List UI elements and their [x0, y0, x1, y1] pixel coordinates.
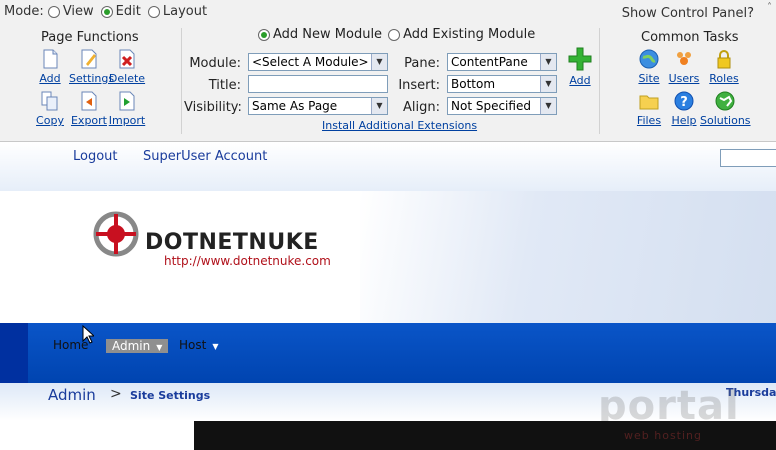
- collapse-icon[interactable]: ˄: [767, 2, 772, 13]
- export-icon: [81, 91, 97, 111]
- banner: [20, 191, 776, 323]
- mode-layout-option[interactable]: Layout: [147, 4, 207, 19]
- mode-bar: Mode: View Edit Layout: [4, 4, 210, 19]
- title-input[interactable]: [248, 75, 388, 93]
- chevron-down-icon[interactable]: ▼: [371, 98, 387, 114]
- lock-icon: [717, 50, 731, 69]
- radio-selected-icon[interactable]: [258, 28, 270, 41]
- show-control-panel-toggle[interactable]: Show Control Panel?: [622, 6, 754, 21]
- dotnetnuke-logo-icon: [93, 211, 139, 257]
- common-tasks-title: Common Tasks: [641, 30, 739, 45]
- help-button[interactable]: ? Help: [664, 90, 704, 127]
- insert-label: Insert:: [398, 78, 440, 93]
- users-button[interactable]: Users: [664, 48, 704, 85]
- module-select[interactable]: <Select A Module> ▼: [248, 53, 388, 71]
- align-select[interactable]: Not Specified ▼: [447, 97, 557, 115]
- divider: [599, 28, 600, 134]
- page-icon: [43, 49, 58, 69]
- logout-link[interactable]: Logout: [73, 149, 118, 164]
- mode-edit-option[interactable]: Edit: [100, 4, 141, 19]
- users-icon: [677, 52, 691, 65]
- control-panel: Mode: View Edit Layout Show Control Pane…: [0, 0, 776, 142]
- radio-selected-icon[interactable]: [100, 5, 113, 18]
- import-page-button[interactable]: Import: [107, 90, 147, 127]
- account-link[interactable]: SuperUser Account: [143, 149, 267, 164]
- breadcrumb-current-page[interactable]: Site Settings: [130, 389, 210, 402]
- visibility-select[interactable]: Same As Page ▼: [248, 97, 388, 115]
- chevron-down-icon[interactable]: ▼: [540, 98, 556, 114]
- add-new-module-option[interactable]: Add New Module: [258, 27, 382, 42]
- module-label: Module:: [189, 56, 241, 71]
- align-label: Align:: [403, 100, 440, 115]
- logo-text: DOTNETNUKE: [145, 230, 319, 255]
- delete-icon: [119, 49, 135, 69]
- search-input[interactable]: [720, 149, 776, 167]
- chevron-down-icon[interactable]: ▼: [540, 54, 556, 70]
- copy-icon: [41, 91, 58, 111]
- add-page-button[interactable]: Add: [30, 48, 70, 85]
- solutions-globe-icon: [715, 91, 735, 111]
- svg-text:?: ?: [680, 95, 688, 110]
- delete-page-button[interactable]: Delete: [107, 48, 147, 85]
- chevron-down-icon[interactable]: ▼: [371, 54, 387, 70]
- breadcrumb-admin[interactable]: Admin: [48, 386, 96, 404]
- mode-label: Mode:: [4, 4, 44, 19]
- radio-icon[interactable]: [147, 5, 160, 18]
- banner-swoosh: [360, 191, 776, 323]
- module-source-options: Add New Module Add Existing Module: [258, 27, 535, 42]
- caret-down-icon: ▼: [212, 342, 219, 351]
- nav-item-admin[interactable]: Admin ▼: [106, 339, 169, 353]
- folder-icon: [639, 95, 659, 110]
- export-page-button[interactable]: Export: [69, 90, 109, 127]
- files-button[interactable]: Files: [629, 90, 669, 127]
- mouse-cursor-icon: [82, 325, 94, 344]
- chevron-down-icon[interactable]: ▼: [540, 76, 556, 92]
- page-functions-title: Page Functions: [41, 30, 139, 45]
- nav-item-host[interactable]: Host ▼: [179, 338, 218, 352]
- add-module-button[interactable]: Add: [566, 46, 594, 87]
- title-label: Title:: [208, 78, 241, 93]
- settings-page-icon: [81, 49, 97, 69]
- divider: [181, 28, 182, 134]
- help-icon: ?: [674, 91, 694, 111]
- import-icon: [119, 91, 135, 111]
- add-existing-module-option[interactable]: Add Existing Module: [388, 27, 535, 42]
- watermark-sub: web hosting: [624, 429, 702, 442]
- roles-button[interactable]: Roles: [704, 48, 744, 85]
- site-button[interactable]: Site: [629, 48, 669, 85]
- main-nav: Home Admin ▼ Host ▼: [0, 323, 776, 383]
- solutions-button[interactable]: Solutions: [700, 90, 751, 127]
- mode-view-option[interactable]: View: [47, 4, 94, 19]
- globe-icon: [639, 49, 659, 69]
- page-settings-button[interactable]: Settings: [69, 48, 114, 85]
- pane-select[interactable]: ContentPane ▼: [447, 53, 557, 71]
- insert-select[interactable]: Bottom ▼: [447, 75, 557, 93]
- copy-page-button[interactable]: Copy: [30, 90, 70, 127]
- install-extensions-link[interactable]: Install Additional Extensions: [322, 119, 477, 132]
- radio-icon[interactable]: [388, 28, 401, 41]
- nav-accent: [0, 323, 28, 383]
- pane-label: Pane:: [404, 56, 440, 71]
- visibility-label: Visibility:: [184, 100, 242, 115]
- breadcrumb-separator: >: [110, 386, 122, 402]
- radio-icon[interactable]: [47, 5, 60, 18]
- caret-down-icon: ▼: [156, 343, 163, 352]
- plus-icon: [568, 47, 592, 71]
- logo-url[interactable]: http://www.dotnetnuke.com: [164, 254, 331, 268]
- site-preview: Logout SuperUser Account DOTNETNUKE http…: [0, 143, 776, 450]
